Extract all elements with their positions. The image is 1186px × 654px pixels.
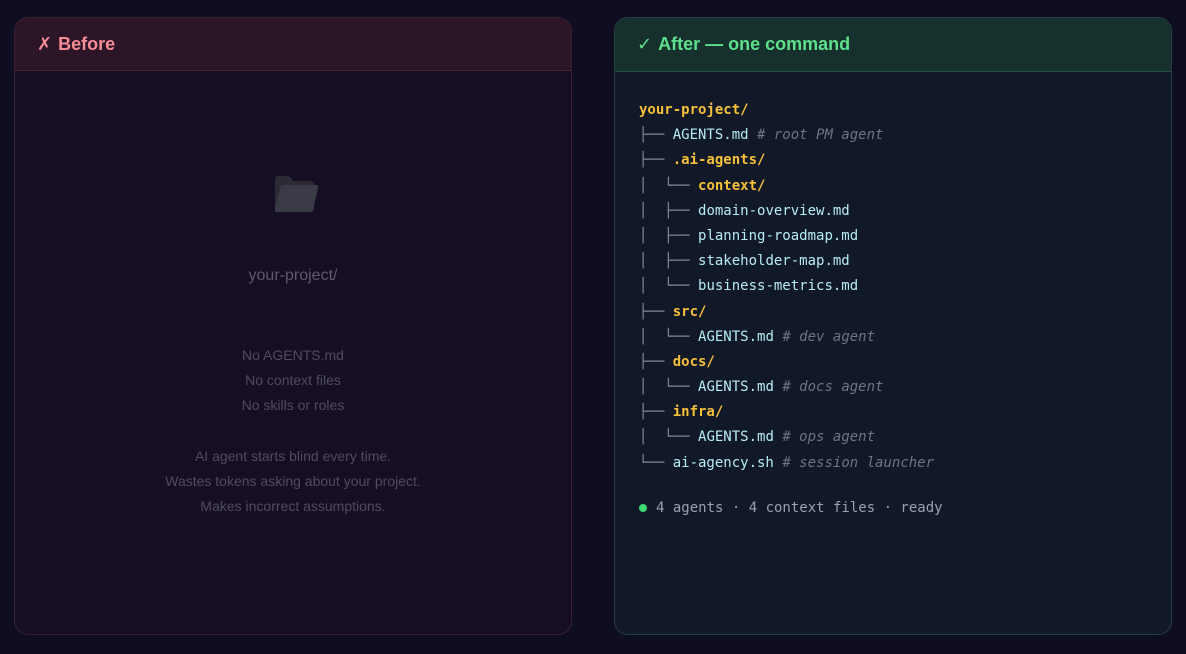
tree-row: │ └── AGENTS.md # docs agent [639, 375, 934, 400]
tree-row: │ └── AGENTS.md # ops agent [639, 425, 934, 450]
tree-file: ai-agency.sh [672, 454, 774, 471]
tree-directory: src/ [672, 303, 707, 320]
tree-branch: │ └── [639, 379, 699, 396]
status-dot-icon [639, 504, 647, 512]
tree-branch: │ └── [639, 328, 699, 345]
after-header: ✓ After — one command [615, 18, 1171, 72]
tree-file: AGENTS.md [672, 127, 749, 144]
tree-branch: │ └── [639, 177, 699, 194]
tree-row: └── ai-agency.sh # session launcher [639, 451, 934, 476]
tree-row: │ └── context/ [639, 174, 934, 199]
before-body: your-project/ No AGENTS.md No context fi… [15, 71, 571, 634]
comparison-diagram: ✗ Before your-project/ No AGENTS.md No c… [0, 0, 1186, 654]
tree-directory: .ai-agents/ [672, 152, 766, 169]
tree-branch: │ ├── [639, 227, 699, 244]
before-project-name: your-project/ [248, 267, 338, 284]
tree-row: your-project/ [639, 98, 934, 123]
tree-branch: ├── [639, 353, 673, 370]
tree-comment: # docs agent [782, 379, 884, 396]
tree-file: stakeholder-map.md [698, 253, 850, 270]
tree-file: domain-overview.md [698, 202, 850, 219]
missing-item: No skills or roles [241, 397, 345, 413]
status-text: 4 agents · 4 context files · ready [656, 500, 943, 516]
tree-branch: ├── [639, 404, 673, 421]
consequence-item: Wastes tokens asking about your project. [165, 473, 421, 489]
file-tree: your-project/ ├── AGENTS.md # root PM age… [639, 98, 934, 476]
tree-comment: # ops agent [782, 429, 876, 446]
tree-file: AGENTS.md [698, 429, 774, 446]
tree-file: AGENTS.md [698, 379, 774, 396]
tree-file: business-metrics.md [698, 278, 859, 295]
tree-row: ├── docs/ [639, 350, 934, 375]
tree-row: ├── src/ [639, 300, 934, 325]
tree-file: planning-roadmap.md [698, 227, 859, 244]
before-title: Before [58, 33, 116, 54]
tree-comment: # session launcher [782, 454, 935, 471]
cross-icon: ✗ [37, 33, 53, 54]
tree-branch: │ ├── [639, 253, 699, 270]
folder-icon [274, 176, 319, 212]
consequence-item: AI agent starts blind every time. [194, 448, 392, 464]
consequence-list: AI agent starts blind every time. Wastes… [15, 444, 571, 519]
tree-branch: ├── [639, 152, 673, 169]
after-panel: ✓ After — one command your-project/ ├── A… [614, 17, 1172, 635]
missing-list: No AGENTS.md No context files No skills … [15, 343, 571, 418]
before-header: ✗ Before [15, 18, 571, 71]
tree-file: AGENTS.md [698, 328, 774, 345]
tree-row: ├── AGENTS.md # root PM agent [639, 123, 934, 148]
tree-comment: # dev agent [782, 328, 876, 345]
before-panel: ✗ Before your-project/ No AGENTS.md No c… [14, 17, 572, 635]
tree-row: ├── infra/ [639, 400, 934, 425]
missing-item: No context files [245, 372, 341, 388]
tree-row: │ ├── planning-roadmap.md [639, 224, 934, 249]
consequence-item: Makes incorrect assumptions. [200, 498, 386, 514]
missing-item: No AGENTS.md [242, 347, 344, 363]
tree-branch: ├── [639, 303, 673, 320]
tree-directory: your-project/ [639, 102, 749, 118]
tree-row: │ └── AGENTS.md # dev agent [639, 325, 934, 350]
status-line: 4 agents · 4 context files · ready [639, 500, 943, 516]
tree-branch: └── [639, 454, 673, 471]
tree-row: │ └── business-metrics.md [639, 274, 934, 299]
tree-branch: │ └── [639, 278, 699, 295]
tree-directory: docs/ [672, 353, 715, 370]
tree-row: │ ├── domain-overview.md [639, 199, 934, 224]
tree-branch: │ ├── [639, 202, 699, 219]
tree-comment: # root PM agent [757, 127, 884, 144]
tree-row: │ ├── stakeholder-map.md [639, 249, 934, 274]
check-icon: ✓ [637, 34, 653, 54]
after-title: After — one command [658, 34, 851, 54]
tree-branch: ├── [639, 127, 673, 144]
tree-directory: infra/ [672, 404, 724, 421]
tree-directory: context/ [698, 177, 766, 194]
tree-row: ├── .ai-agents/ [639, 148, 934, 173]
tree-branch: │ └── [639, 429, 699, 446]
